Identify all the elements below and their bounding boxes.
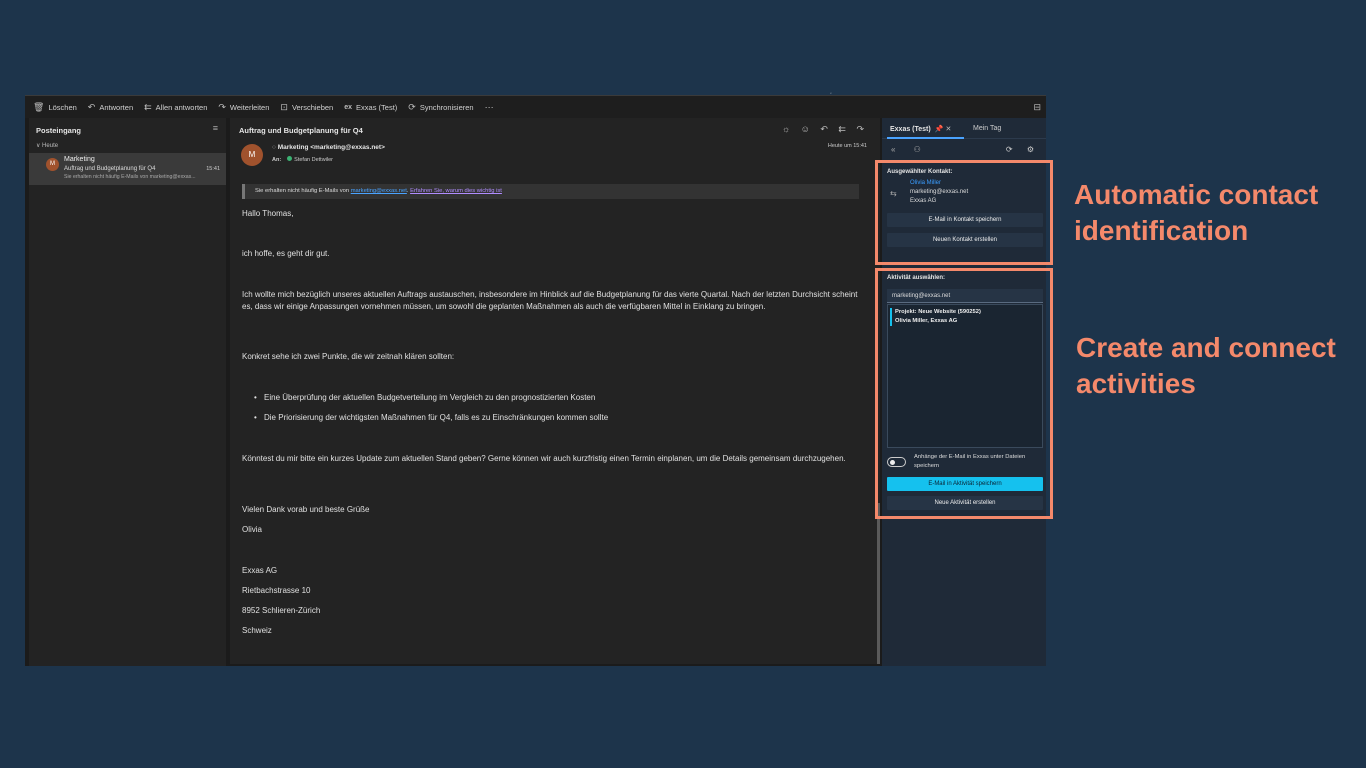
email-recipients: An: Stefan Dettwiler bbox=[272, 156, 333, 163]
move-button[interactable]: ⊡ Verschieben bbox=[280, 102, 333, 113]
list-item-subject: Auftrag und Budgetplanung für Q4 bbox=[64, 166, 156, 172]
email-greeting: Hallo Thomas, bbox=[242, 209, 294, 218]
exxas-icon: ex bbox=[344, 103, 353, 111]
sender-name: Marketing <marketing@exxas.net> bbox=[277, 144, 385, 151]
folder-title: Posteingang bbox=[36, 126, 82, 135]
banner-text: Sie erhalten nicht häufig E-Mails von bbox=[255, 188, 351, 194]
list-item-time: 15:41 bbox=[206, 166, 220, 172]
forward-button[interactable]: ↷ Weiterleiten bbox=[218, 102, 269, 113]
addin-tabs: Exxas (Test) 📌 ✕ Mein Tag bbox=[882, 118, 1046, 139]
sender-warning-banner: Sie erhalten nicht häufig E-Mails von ma… bbox=[242, 184, 859, 199]
sync-button[interactable]: ⟳ Synchronisieren bbox=[408, 102, 473, 113]
callout-activity-line2: activities bbox=[1076, 368, 1196, 399]
reply-all-icon: ⇇ bbox=[144, 101, 152, 112]
email-action-icons[interactable]: ☼ ☺ ↶ ⇇ ↷ bbox=[782, 124, 868, 135]
list-item-preview: Sie erhalten nicht häufig E-Mails von ma… bbox=[64, 174, 196, 180]
trash-icon: 🗑 bbox=[33, 101, 45, 112]
reply-all-label: Allen antworten bbox=[155, 102, 208, 112]
banner-learn-link[interactable]: Erfahren Sie, warum dies wichtig ist bbox=[410, 188, 502, 194]
callout-contact: Automatic contact identification bbox=[1074, 177, 1318, 249]
email-paragraph-1: ich hoffe, es geht dir gut. bbox=[242, 249, 330, 258]
callout-contact-line1: Automatic contact bbox=[1074, 179, 1319, 210]
forward-label: Weiterleiten bbox=[229, 102, 270, 112]
tab-exxas[interactable]: Exxas (Test) 📌 ✕ bbox=[890, 125, 951, 133]
sync-icon: ⟳ bbox=[408, 101, 416, 112]
presence-dot-icon bbox=[287, 156, 293, 161]
panel-toggle-icon[interactable]: ⊟ bbox=[1033, 102, 1041, 113]
sender-avatar: M bbox=[241, 144, 263, 166]
refresh-and-settings-icons[interactable]: ⟳ ⚙ bbox=[1006, 145, 1040, 154]
tab-mein-tag[interactable]: Mein Tag bbox=[973, 125, 1001, 132]
banner-email-link[interactable]: marketing@exxas.net bbox=[351, 188, 407, 194]
recipient-name[interactable]: Stefan Dettwiler bbox=[294, 157, 333, 163]
scrollbar[interactable] bbox=[877, 503, 880, 664]
delete-label: Löschen bbox=[48, 102, 77, 112]
back-and-contacts-icons[interactable]: « ⚇ bbox=[891, 145, 929, 154]
email-sender[interactable]: ○ Marketing <marketing@exxas.net> bbox=[272, 144, 385, 151]
filter-icon[interactable]: ≡ bbox=[213, 123, 218, 133]
reading-pane: Auftrag und Budgetplanung für Q4 ☼ ☺ ↶ ⇇… bbox=[230, 118, 880, 664]
activity-highlight-box bbox=[875, 268, 1053, 519]
list-item[interactable]: M Marketing Auftrag und Budgetplanung fü… bbox=[29, 153, 226, 185]
email-bullet-1: Eine Überprüfung der aktuellen Budgetver… bbox=[242, 392, 862, 404]
sync-label: Synchronisieren bbox=[419, 102, 474, 112]
move-label: Verschieben bbox=[291, 102, 334, 112]
message-list: Posteingang ≡ ∨ Heute M Marketing Auftra… bbox=[29, 118, 226, 666]
exxas-button[interactable]: ex Exxas (Test) bbox=[344, 103, 397, 112]
callout-activity: Create and connect activities bbox=[1076, 330, 1336, 402]
email-bullet-2: Die Priorisierung der wichtigsten Maßnah… bbox=[242, 412, 862, 424]
bullet-text: Die Priorisierung der wichtigsten Maßnah… bbox=[264, 413, 609, 422]
sender-status-icon: ○ bbox=[272, 144, 276, 151]
list-item-sender: Marketing bbox=[64, 156, 95, 163]
forward-icon: ↷ bbox=[218, 101, 226, 112]
group-header-today[interactable]: ∨ Heute bbox=[36, 142, 58, 149]
callout-contact-line2: identification bbox=[1074, 215, 1249, 246]
avatar: M bbox=[46, 158, 59, 171]
reply-button[interactable]: ↶ Antworten bbox=[88, 102, 133, 113]
delete-button[interactable]: 🗑 Löschen bbox=[33, 102, 77, 113]
more-icon: ⋯ bbox=[484, 101, 494, 112]
bullet-text: Eine Überprüfung der aktuellen Budgetver… bbox=[264, 393, 596, 402]
toolbar: 🗑 Löschen ↶ Antworten ⇇ Allen antworten ↷ We… bbox=[25, 95, 1046, 118]
email-signoff: Olivia bbox=[242, 525, 263, 534]
email-subject: Auftrag und Budgetplanung für Q4 bbox=[239, 126, 363, 135]
email-paragraph-2: Ich wollte mich bezüglich unseres aktuel… bbox=[242, 290, 858, 311]
reply-all-button[interactable]: ⇇ Allen antworten bbox=[144, 102, 207, 113]
close-icon[interactable]: ✕ bbox=[945, 126, 951, 133]
callout-activity-line1: Create and connect bbox=[1076, 332, 1336, 363]
received-time: Heute um 15:41 bbox=[827, 143, 867, 149]
pin-icon[interactable]: 📌 bbox=[935, 126, 944, 133]
exxas-label: Exxas (Test) bbox=[356, 102, 398, 112]
reply-label: Antworten bbox=[99, 102, 134, 112]
contact-highlight-box bbox=[875, 160, 1053, 265]
email-paragraph-4: Könntest du mir bitte ein kurzes Update … bbox=[242, 454, 846, 463]
to-label: An: bbox=[272, 157, 282, 163]
move-icon: ⊡ bbox=[280, 101, 288, 112]
more-button[interactable]: ⋯ bbox=[485, 102, 498, 113]
signature-country: Schweiz bbox=[242, 626, 272, 635]
signature-city: 8952 Schlieren-Zürich bbox=[242, 606, 321, 615]
email-paragraph-3: Konkret sehe ich zwei Punkte, die wir ze… bbox=[242, 352, 455, 361]
reply-icon: ↶ bbox=[87, 101, 96, 112]
email-closing: Vielen Dank vorab und beste Grüße bbox=[242, 505, 370, 514]
signature-street: Rietbachstrasse 10 bbox=[242, 586, 311, 595]
signature-company: Exxas AG bbox=[242, 566, 278, 575]
tab-exxas-label: Exxas (Test) bbox=[890, 126, 931, 133]
active-tab-indicator bbox=[887, 137, 964, 139]
